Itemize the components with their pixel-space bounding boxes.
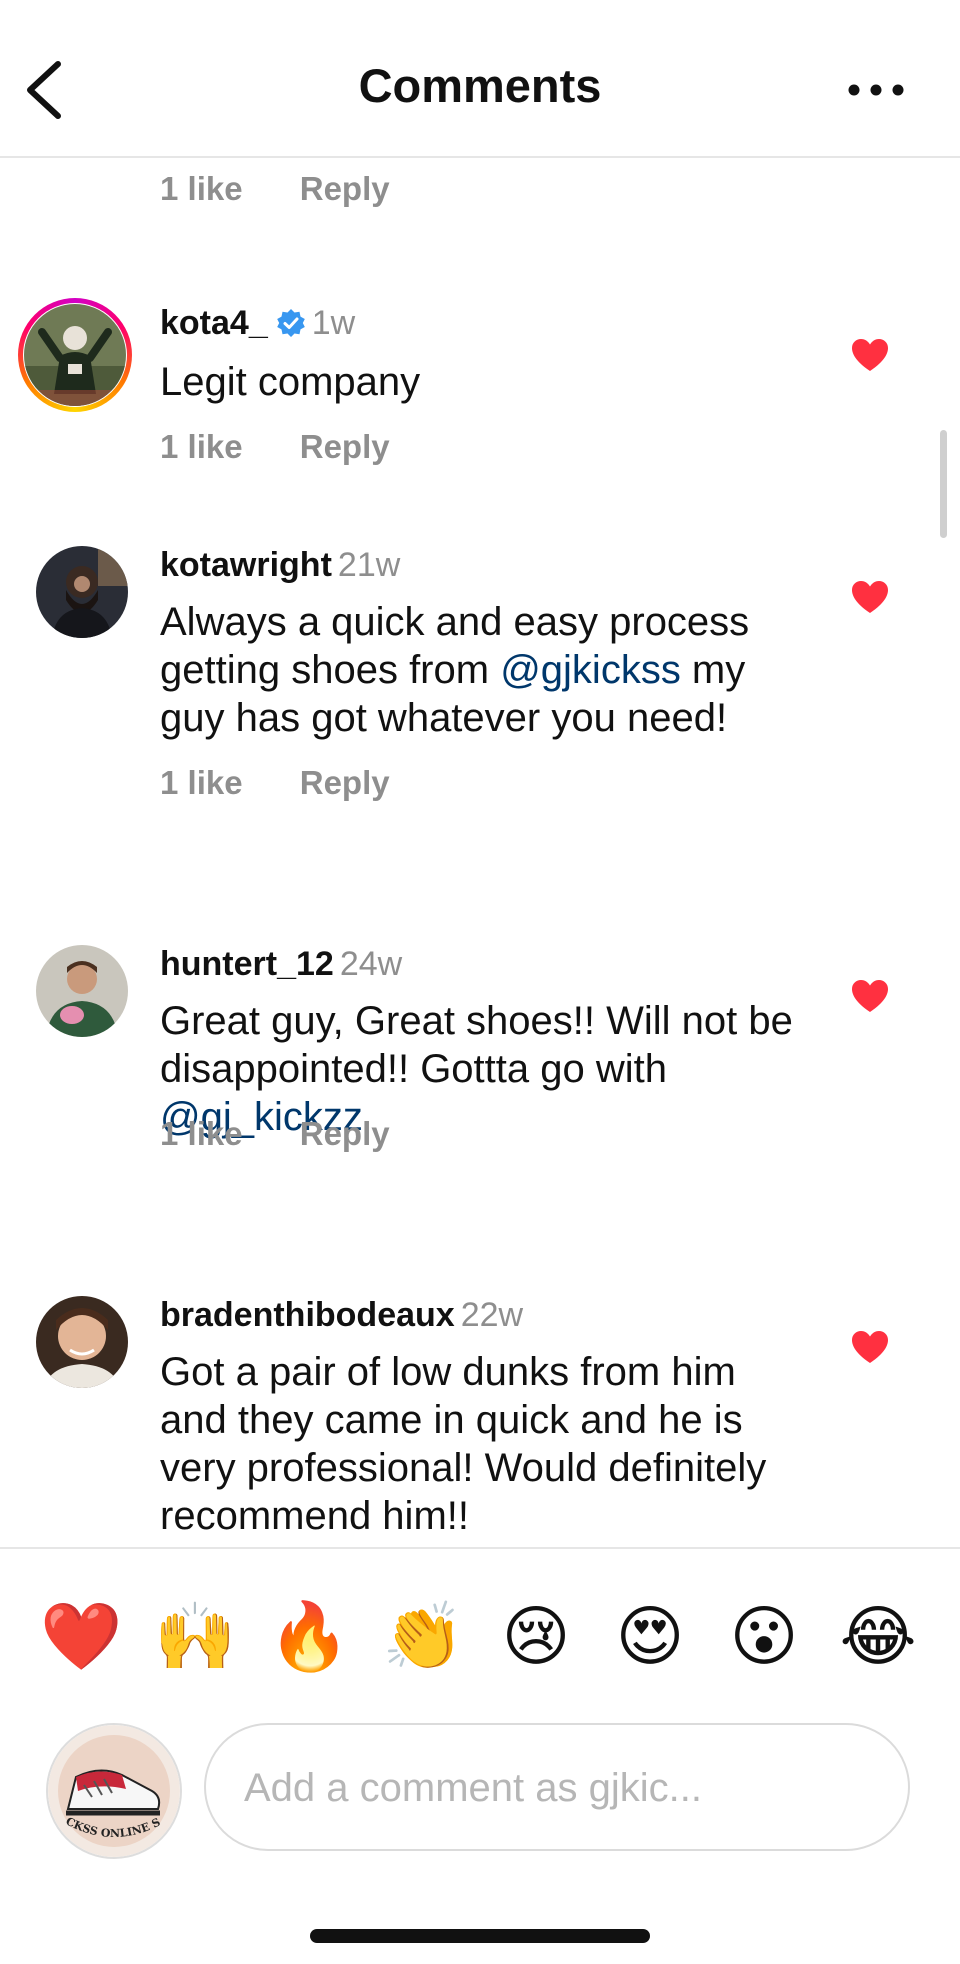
heart-filled-icon (852, 980, 888, 1012)
comment-time: 24w (339, 945, 403, 983)
comment-header: kotawright 21w (160, 546, 400, 585)
like-heart-button[interactable] (851, 338, 889, 372)
comment-time: 1w (311, 304, 356, 342)
page-title: Comments (358, 59, 602, 112)
comment-username[interactable]: kota4_ (160, 304, 268, 342)
current-user-avatar[interactable]: GJ KICKSS ONLINE STORE (46, 1723, 182, 1859)
comment-item: bradenthibodeaux 22w Got a pair of low du… (0, 1296, 960, 1547)
emoji-crying-face-button[interactable]: 😢 (496, 1597, 576, 1677)
home-indicator[interactable] (310, 1929, 650, 1943)
ellipsis-icon (848, 84, 904, 96)
reply-button[interactable]: Reply (300, 764, 390, 801)
comment-text: Always a quick and easy process getting … (160, 598, 800, 742)
comment-text-part: Great guy, Great shoes!! Will not be dis… (160, 999, 793, 1091)
comment-username[interactable]: kotawright (160, 546, 332, 584)
comment-item: huntert_12 24w Great guy, Great shoes!! W… (0, 945, 960, 1185)
comment-input[interactable] (242, 1725, 886, 1851)
avatar[interactable] (36, 1296, 128, 1388)
comment-header: kota4_ 1w (160, 304, 355, 343)
comment-time: 22w (460, 1296, 524, 1334)
more-options-button[interactable] (846, 70, 906, 110)
header-bar: Comments (0, 0, 960, 158)
comment-time: 21w (337, 546, 401, 584)
comment-item: kotawright 21w Always a quick and easy pr… (0, 546, 960, 806)
avatar[interactable] (36, 546, 128, 638)
emoji-heart-eyes-button[interactable]: 😍 (610, 1597, 690, 1677)
emoji-clapping-hands-button[interactable]: 👏 (382, 1597, 464, 1677)
comment-composer-panel: ❤️ 🙌 🔥 👏 😢 😍 😮 😂 GJ KICKSS ONLINE STORE (0, 1547, 960, 1964)
emoji-red-heart-button[interactable]: ❤️ (40, 1597, 122, 1677)
story-ring[interactable] (18, 298, 132, 412)
like-heart-button[interactable] (851, 580, 889, 614)
scrollbar[interactable] (940, 430, 947, 538)
comment-header: huntert_12 24w (160, 945, 402, 984)
quick-emoji-bar: ❤️ 🙌 🔥 👏 😢 😍 😮 😂 (0, 1597, 960, 1677)
emoji-raised-hands-button[interactable]: 🙌 (154, 1597, 236, 1677)
emoji-surprised-face-button[interactable]: 😮 (724, 1597, 804, 1677)
like-count[interactable]: 1 like (160, 764, 243, 801)
heart-filled-icon (852, 339, 888, 371)
avatar[interactable] (36, 945, 128, 1037)
avatar[interactable] (24, 304, 126, 406)
comment-item: kota4_ 1w Legit company 1 like Reply (0, 298, 960, 498)
like-heart-button[interactable] (851, 1330, 889, 1364)
comment-meta: 1 like Reply (160, 428, 390, 466)
like-count[interactable]: 1 like (160, 1115, 243, 1152)
comment-header: bradenthibodeaux 22w (160, 1296, 523, 1335)
reply-button[interactable]: Reply (300, 170, 390, 207)
heart-filled-icon (852, 1331, 888, 1363)
comment-username[interactable]: huntert_12 (160, 945, 334, 983)
comment-input-container[interactable] (204, 1723, 910, 1851)
comment-text: Legit company (160, 360, 421, 404)
comment-meta: 1 like Reply (160, 764, 390, 802)
like-count[interactable]: 1 like (160, 170, 243, 207)
verified-badge-icon (276, 309, 305, 337)
reply-button[interactable]: Reply (300, 428, 390, 465)
comment-username[interactable]: bradenthibodeaux (160, 1296, 455, 1334)
gj-kickss-logo: GJ KICKSS ONLINE STORE (48, 1725, 180, 1857)
comment-list[interactable]: 1 like Reply kota4_ 1w Legit company 1 l… (0, 158, 960, 1547)
comment-text: Got a pair of low dunks from him and the… (160, 1350, 767, 1538)
mention-link[interactable]: @gjkickss (500, 648, 681, 692)
heart-filled-icon (852, 581, 888, 613)
previous-comment-meta: 1 like Reply (160, 170, 390, 208)
reply-button[interactable]: Reply (300, 1115, 390, 1152)
comment-meta: 1 like Reply (160, 1115, 390, 1153)
emoji-tears-of-joy-button[interactable]: 😂 (838, 1597, 918, 1677)
like-count[interactable]: 1 like (160, 428, 243, 465)
like-heart-button[interactable] (851, 979, 889, 1013)
emoji-fire-button[interactable]: 🔥 (268, 1597, 350, 1677)
